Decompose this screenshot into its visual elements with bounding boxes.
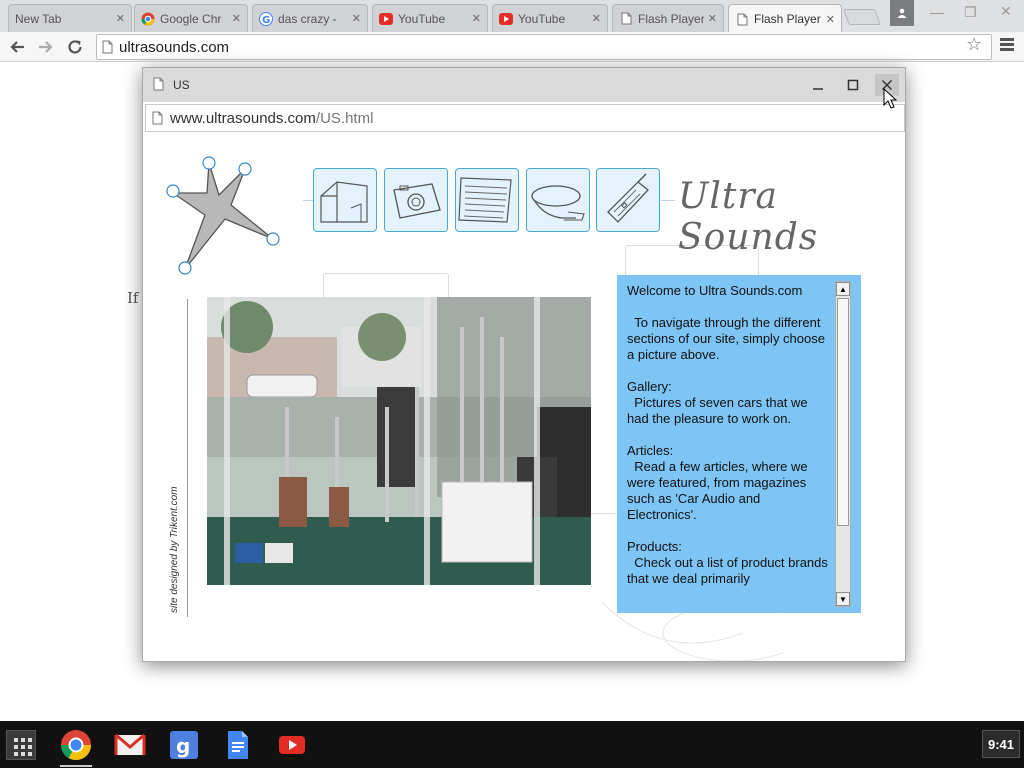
tab-youtube-2[interactable]: YouTube ✕ <box>492 4 608 32</box>
docs-icon[interactable] <box>222 729 254 761</box>
popup-window: US www.ultrasounds.com/US.html Ultra Sou… <box>142 67 906 662</box>
reload-icon <box>68 40 82 54</box>
forward-button[interactable] <box>35 36 57 58</box>
menu-icon[interactable] <box>1000 38 1014 53</box>
system-clock[interactable]: 9:41 <box>982 730 1020 758</box>
tab-flash-player-active[interactable]: Flash Player ✕ <box>728 4 842 33</box>
close-icon[interactable]: ✕ <box>352 12 361 25</box>
site-credit: site designed by Trikent.com <box>169 486 180 613</box>
close-icon[interactable]: ✕ <box>116 12 125 25</box>
profile-icon[interactable] <box>890 0 914 26</box>
popup-maximize-button[interactable] <box>841 74 865 96</box>
speaker-icon <box>531 185 585 221</box>
svg-text:g: g <box>176 734 190 758</box>
running-indicator <box>60 765 92 767</box>
logo-star-icon <box>166 156 280 275</box>
info-panel: Welcome to Ultra Sounds.com To navigate … <box>617 275 861 613</box>
tab-flash-player-1[interactable]: Flash Player ✕ <box>612 4 724 32</box>
nav-products-button[interactable] <box>526 168 590 232</box>
chrome-icon <box>141 12 155 26</box>
cellphone-icon <box>607 173 649 223</box>
scrollbar-thumb[interactable] <box>837 298 849 526</box>
tab-google-chrome[interactable]: Google Chr ✕ <box>134 4 248 32</box>
nav-camera-button[interactable] <box>384 168 448 232</box>
close-icon[interactable]: ✕ <box>826 13 835 26</box>
site-content: Ultra Sounds site designed by Trikent.co… <box>143 133 905 661</box>
popup-titlebar[interactable]: US <box>143 68 905 102</box>
page-icon <box>102 40 113 58</box>
storefront-photo <box>207 297 591 585</box>
page-icon <box>735 12 749 26</box>
reload-button[interactable] <box>64 36 86 58</box>
maximize-icon[interactable]: ❐ <box>964 4 977 21</box>
popup-title: US <box>173 78 190 92</box>
close-icon[interactable]: ✕ <box>708 12 717 25</box>
gmail-icon[interactable] <box>114 729 146 761</box>
tab-title: Flash Player <box>638 11 704 26</box>
scroll-down-icon[interactable]: ▼ <box>836 592 850 606</box>
newspaper-icon <box>458 177 512 223</box>
camera-icon <box>393 183 441 219</box>
nav-connector <box>661 200 675 201</box>
popup-url-host: www.ultrasounds.com <box>170 109 316 127</box>
tab-title: YouTube <box>518 11 566 26</box>
building-icon <box>320 181 368 223</box>
close-icon[interactable]: ✕ <box>232 12 241 25</box>
info-scrollbar[interactable]: ▲ ▼ <box>835 281 851 607</box>
chrome-icon[interactable] <box>60 729 92 761</box>
new-tab-button[interactable] <box>843 9 881 25</box>
nav-articles-button[interactable] <box>455 168 519 232</box>
youtube-icon[interactable] <box>276 729 308 761</box>
scroll-up-icon[interactable]: ▲ <box>836 282 850 296</box>
info-text: Welcome to Ultra Sounds.com To navigate … <box>627 283 828 586</box>
svg-text:G: G <box>262 15 270 26</box>
close-icon[interactable]: ✕ <box>472 12 481 25</box>
popup-url-bar[interactable]: www.ultrasounds.com/US.html <box>145 104 905 132</box>
tab-strip: New Tab ✕ Google Chr ✕ G das crazy - ✕ Y… <box>0 0 1024 33</box>
google-icon: G <box>259 11 273 26</box>
tab-youtube-1[interactable]: YouTube ✕ <box>372 4 488 32</box>
tab-title: New Tab <box>15 11 62 26</box>
back-arrow-icon <box>10 41 24 53</box>
address-bar[interactable]: ultrasounds.com <box>96 34 992 60</box>
bookmark-star-icon[interactable]: ☆ <box>966 34 982 55</box>
tab-das-crazy[interactable]: G das crazy - ✕ <box>252 4 368 32</box>
close-window-icon[interactable]: ✕ <box>1000 3 1012 20</box>
browser-toolbar: ultrasounds.com <box>0 32 1024 62</box>
page-background-text: If <box>127 289 139 307</box>
tab-title: YouTube <box>398 11 446 26</box>
os-shelf: g 9:41 <box>0 721 1024 768</box>
page-icon <box>152 111 163 129</box>
tab-title: Flash Player <box>754 12 821 26</box>
youtube-icon <box>379 12 393 26</box>
tab-title: Google Chr <box>160 11 222 26</box>
maximize-icon <box>847 79 859 91</box>
nav-contact-button[interactable] <box>596 168 660 232</box>
brand-logo-text: Ultra Sounds <box>678 176 819 258</box>
mouse-cursor-icon <box>883 88 897 109</box>
nav-building-button[interactable] <box>313 168 377 232</box>
address-text: ultrasounds.com <box>119 38 230 56</box>
popup-url-path: /US.html <box>315 109 374 127</box>
minimize-icon[interactable]: — <box>930 4 944 20</box>
tab-title: das crazy - <box>278 11 337 26</box>
credit-divider <box>187 299 188 617</box>
google-search-icon[interactable]: g <box>168 729 200 761</box>
back-button[interactable] <box>6 36 28 58</box>
tab-new-tab[interactable]: New Tab ✕ <box>8 4 132 32</box>
close-icon[interactable]: ✕ <box>592 12 601 25</box>
popup-minimize-button[interactable] <box>806 74 830 96</box>
forward-arrow-icon <box>39 41 53 53</box>
page-icon <box>619 12 633 26</box>
app-launcher-icon[interactable] <box>6 730 36 760</box>
minimize-icon <box>813 88 823 90</box>
youtube-icon <box>499 12 513 26</box>
page-icon <box>153 77 164 96</box>
